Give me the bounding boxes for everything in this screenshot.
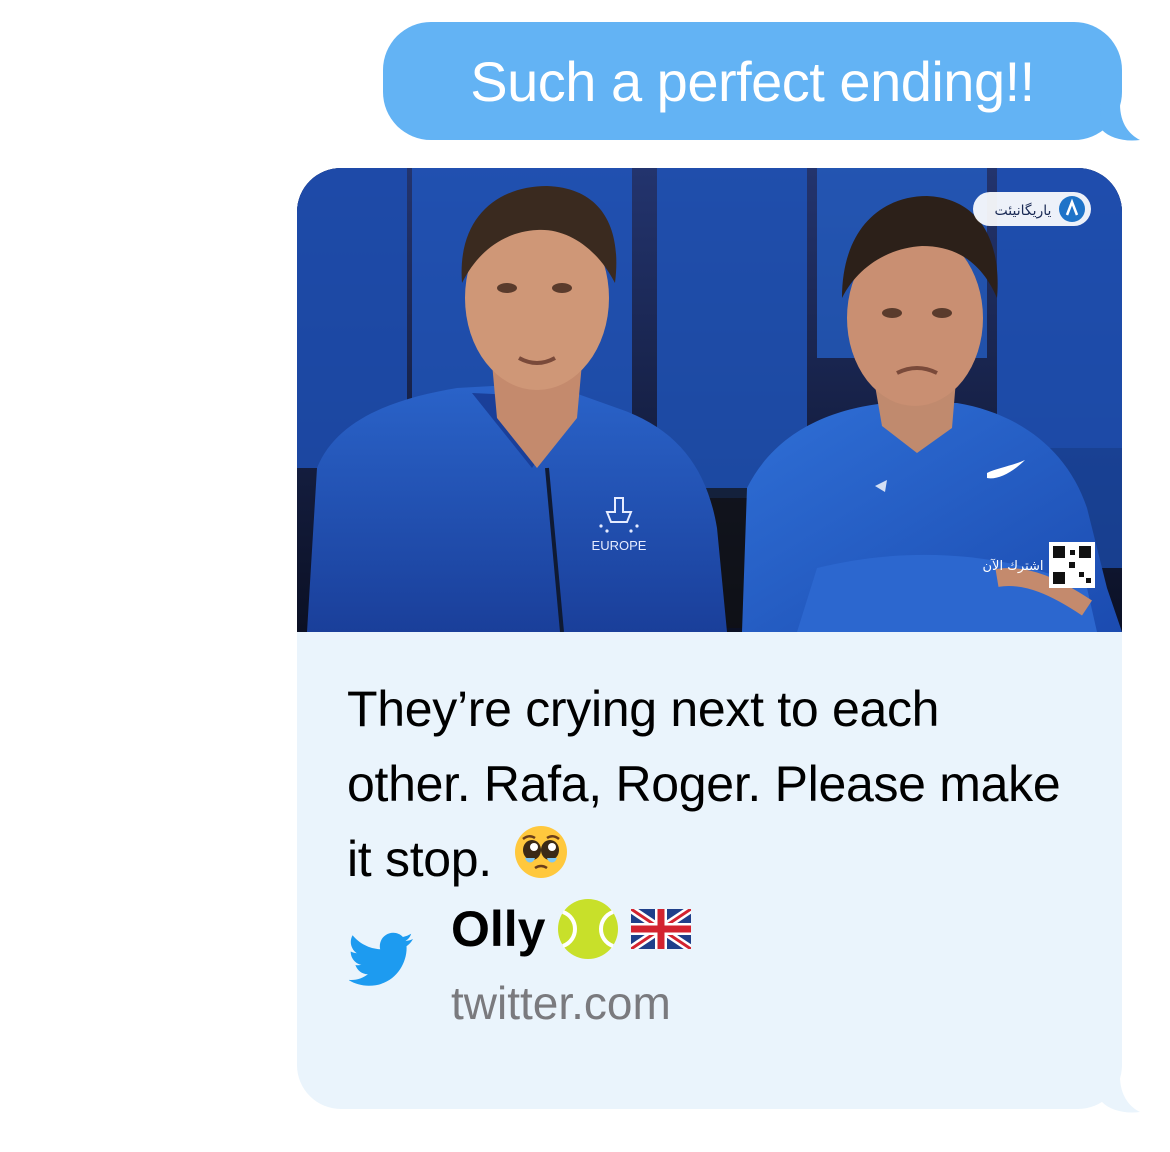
sent-message-bubble[interactable]: Such a perfect ending!! (383, 22, 1122, 140)
preview-image[interactable]: EUROPE یاریگانیئت اشترك الآن (297, 168, 1122, 632)
link-domain: twitter.com (451, 977, 671, 1029)
subscribe-overlay-text: اشترك الآن (982, 558, 1043, 574)
channel-watermark: یاریگانیئت (973, 192, 1091, 226)
jacket-logo-text: EUROPE (592, 538, 647, 553)
twitter-bird-icon (349, 932, 413, 986)
tennis-players-photo: EUROPE یاریگانیئت اشترك الآن (297, 168, 1122, 632)
author-row: Olly (451, 894, 692, 964)
bubble-tail-icon (1100, 1076, 1140, 1113)
bubble-tail-icon (1100, 104, 1140, 141)
watermark-text: یاریگانیئت (995, 202, 1052, 219)
preview-title: They’re crying next to each other. Rafa,… (347, 672, 1067, 901)
preview-body: They’re crying next to each other. Rafa,… (297, 632, 1122, 1109)
tennis-ball-emoji (558, 899, 619, 959)
message-text: Such a perfect ending!! (470, 49, 1035, 113)
author-name: Olly (451, 901, 546, 957)
uk-flag-emoji (631, 909, 692, 949)
link-preview-card[interactable]: EUROPE یاریگانیئت اشترك الآن They’re cry… (297, 168, 1122, 1109)
preview-title-text: They’re crying next to each other. Rafa,… (347, 681, 1061, 887)
pleading-face-emoji (513, 824, 569, 901)
messages-screen: Such a perfect ending!! EUROPE یاریگانیئ… (0, 0, 1170, 1152)
qr-code-icon (1049, 542, 1095, 588)
